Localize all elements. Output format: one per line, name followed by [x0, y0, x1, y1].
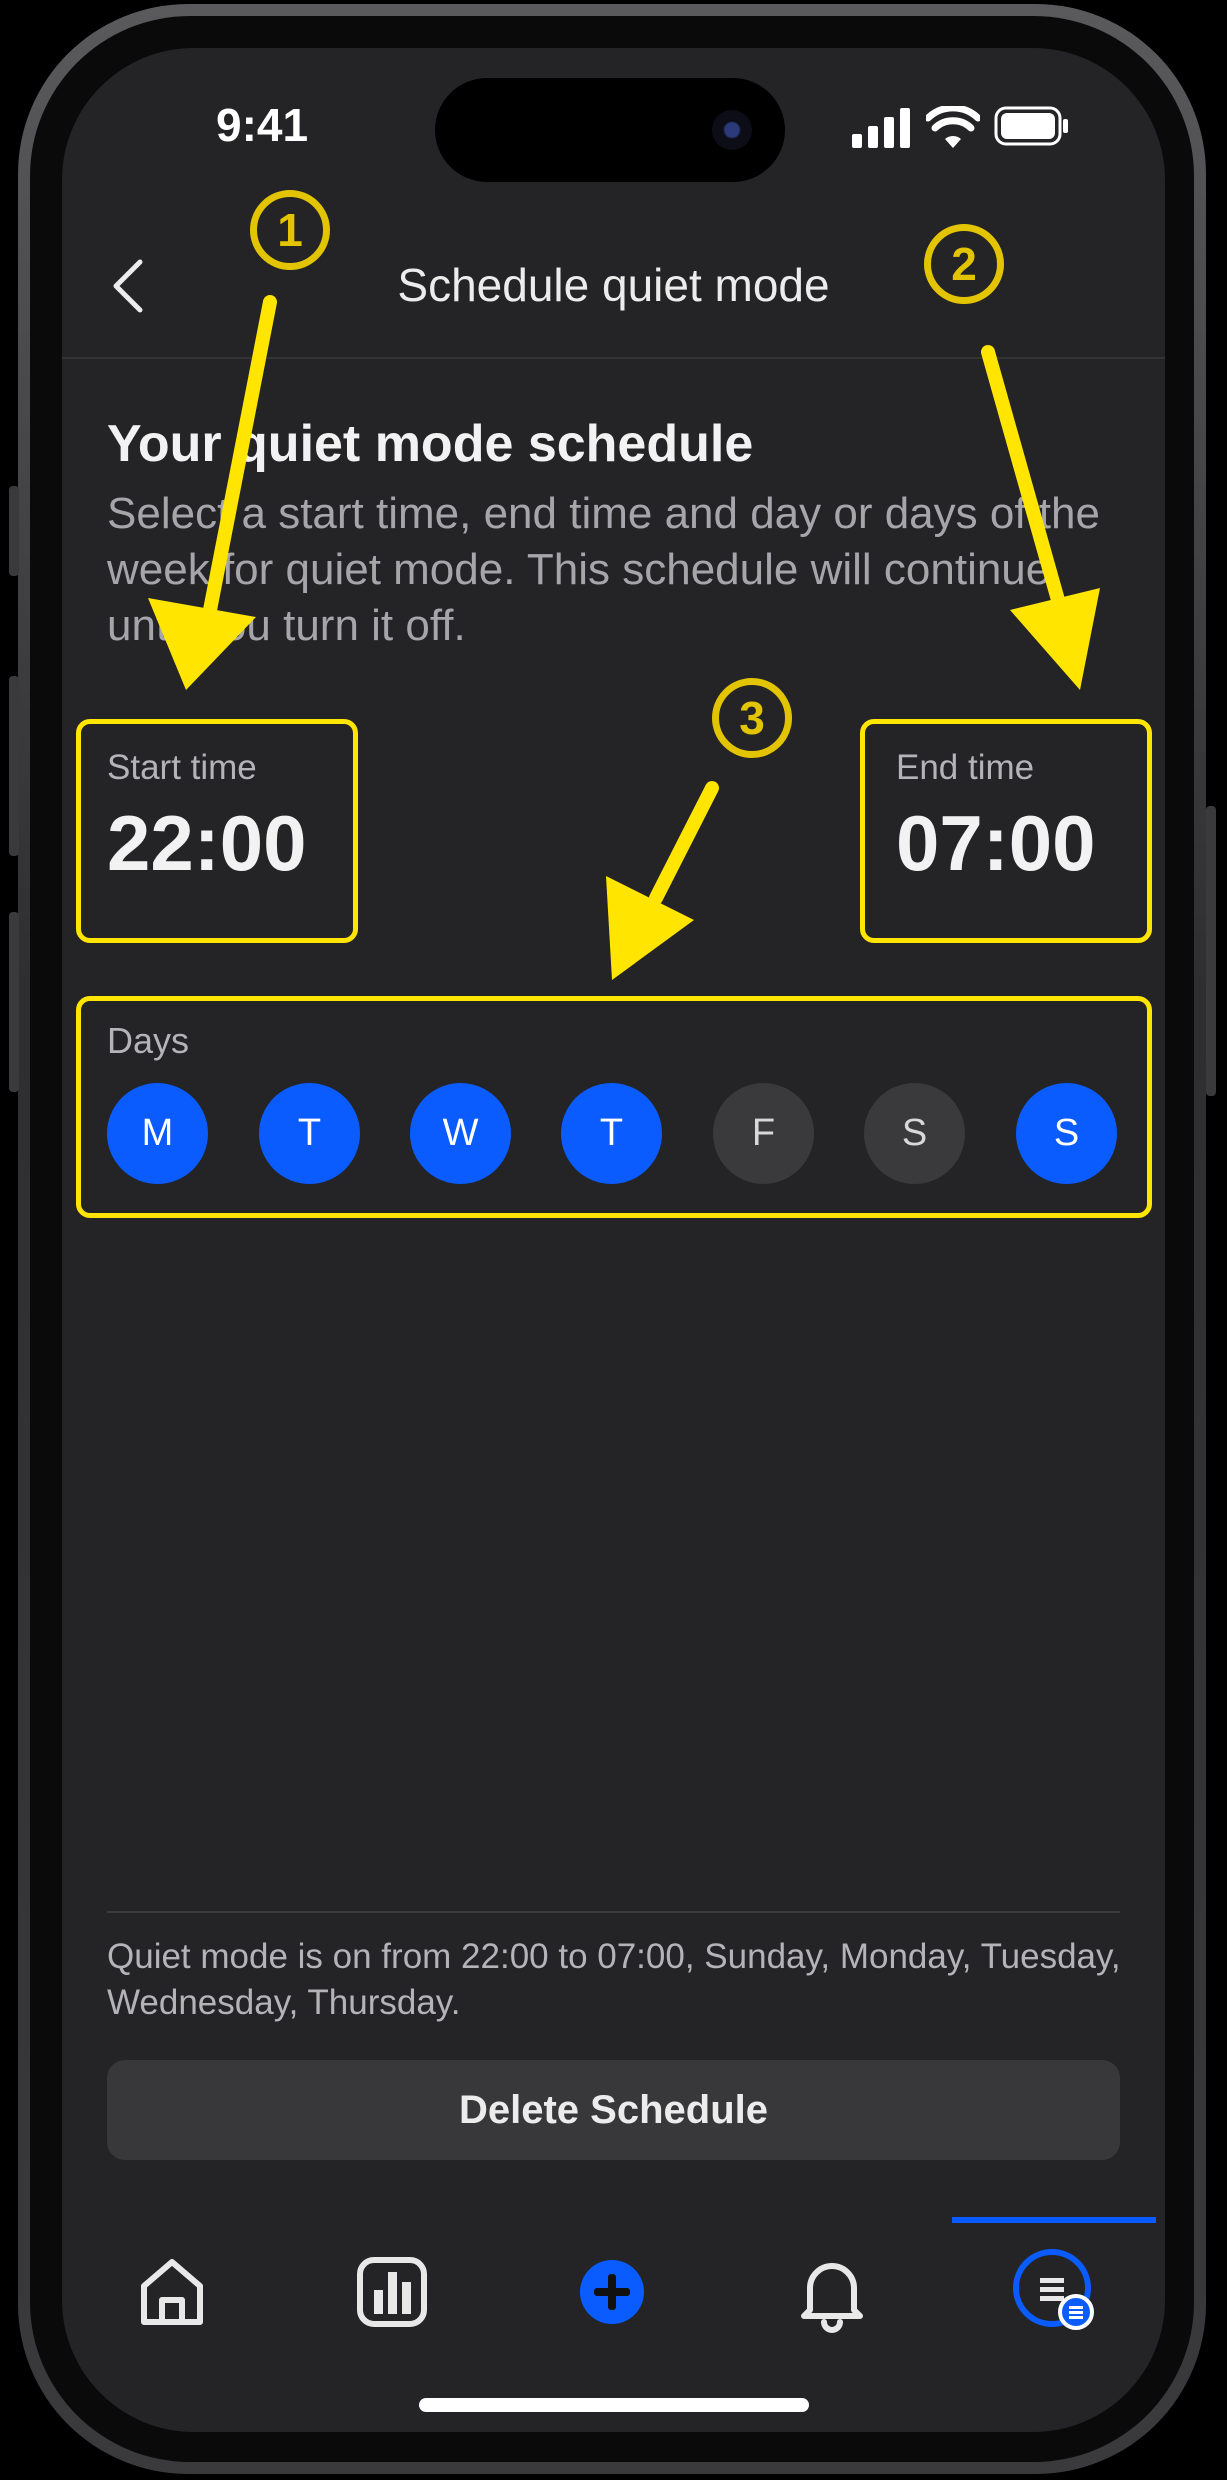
- annotation-arrows: [148, 295, 1100, 980]
- stats-icon[interactable]: [350, 2250, 434, 2334]
- home-icon[interactable]: [130, 2250, 214, 2334]
- delete-schedule-button[interactable]: Delete Schedule: [107, 2060, 1120, 2160]
- create-icon[interactable]: [570, 2250, 654, 2334]
- footer-divider: [107, 1911, 1120, 1913]
- schedule-summary: Quiet mode is on from 22:00 to 07:00, Su…: [107, 1937, 1121, 2022]
- notifications-icon[interactable]: [790, 2250, 874, 2334]
- active-tab-indicator: [952, 2217, 1156, 2223]
- home-indicator: [419, 2398, 809, 2412]
- annotation-arrow-3: [606, 781, 719, 980]
- annotation-arrow-1: [148, 295, 277, 690]
- menu-icon[interactable]: [1010, 2244, 1118, 2342]
- annotation-arrow-2: [981, 345, 1100, 690]
